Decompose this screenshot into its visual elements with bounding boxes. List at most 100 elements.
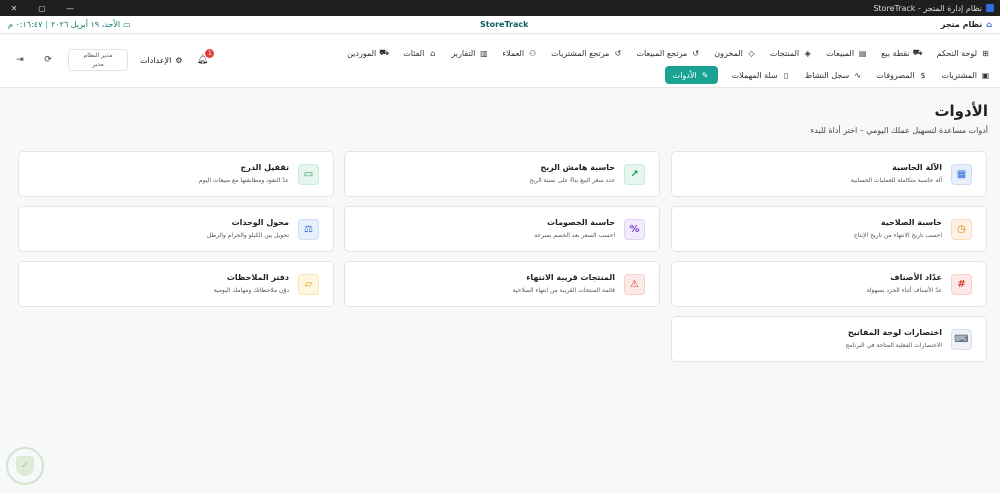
nav-item-label: المنتجات: [769, 48, 800, 58]
report-icon: ▥: [480, 48, 488, 58]
trash-icon: ▯: [784, 70, 789, 80]
header-controls: ⇥ ⟳ مدير النظام مدير ⚙ الإعدادات 🔔︎ 1: [12, 49, 215, 71]
nav-item-label: الفئات: [403, 48, 425, 58]
tool-description: دوّن ملاحظاتك ومهامك اليومية: [213, 287, 289, 294]
tool-description: آلة حاسبة متكاملة للعمليات الحسابية: [850, 177, 942, 184]
user-role: مدير النظام: [83, 52, 113, 59]
box-icon: ◈: [804, 48, 811, 58]
tool-description: عدّ الأصناف أثناء الجرد بسهولة: [866, 287, 942, 294]
tool-card[interactable]: % حاسبة الخصومات احسب السعر بعد الخصم بسرع…: [344, 206, 660, 252]
nav-item-return[interactable]: ↺ مرتجع المبيعات: [636, 44, 700, 62]
nav-item-wrench[interactable]: ✎ الأدوات: [664, 66, 718, 84]
nav-item-label: لوحة التحكم: [936, 48, 977, 58]
percent-icon: %: [624, 219, 645, 240]
user-name: مدير: [92, 61, 104, 68]
tool-title: حاسبة هامش الربح: [540, 163, 615, 172]
tool-description: حدد سعر البيع بناءً على نسبة الربح: [529, 177, 615, 184]
logout-icon[interactable]: ⇥: [12, 52, 28, 68]
app-header: ▭ الأحد، ١٩ أبريل ٢٠٢٦ | ٠:١٦:٤٧ م Store…: [0, 16, 1000, 34]
tool-card[interactable]: ▭ تقفيل الدرج عدّ النقود ومطابقتها مع مبيع…: [18, 151, 334, 197]
maximize-button[interactable]: ▢: [28, 0, 56, 16]
tool-card[interactable]: ▦ الآلة الحاسبة آلة حاسبة متكاملة للعمليات…: [671, 151, 987, 197]
return-icon: ↺: [614, 48, 622, 58]
user-badge[interactable]: مدير النظام مدير: [68, 49, 128, 71]
nav-item-cart[interactable]: ⛟ نقطة بيع: [881, 44, 923, 62]
nav-item-label: المبيعات: [826, 48, 855, 58]
watermark-logo: ✓: [6, 447, 44, 485]
settings-label: الإعدادات: [140, 55, 172, 65]
window-titlebar: ✕ ▢ — نظام إدارة المتجر - StoreTrack: [0, 0, 1000, 16]
minimize-button[interactable]: —: [56, 0, 84, 16]
tool-title: حاسبة الصلاحية: [880, 218, 942, 227]
nav-item-warehouse[interactable]: ◇ المخزون: [714, 44, 756, 62]
nav-item-trash[interactable]: ▯ سلة المهملات: [732, 66, 791, 84]
tool-description: تحويل بين الكيلو والجرام والرطل: [206, 232, 289, 239]
keyboard-icon: ⌨: [951, 329, 972, 350]
nav-item-label: نقطة بيع: [881, 48, 910, 58]
tool-card[interactable]: ◷ حاسبة الصلاحية احسب تاريخ الانتهاء من تا…: [671, 206, 987, 252]
nav-item-label: سجل النشاط: [804, 70, 850, 80]
tool-title: حاسبة الخصومات: [547, 218, 615, 227]
nav-item-tag[interactable]: ⌂ الفئات: [403, 44, 437, 62]
nav-item-return[interactable]: ↺ مرتجع المشتريات: [551, 44, 622, 62]
nav-item-label: التقارير: [451, 48, 476, 58]
brand-name: StoreTrack: [480, 20, 529, 29]
close-button[interactable]: ✕: [0, 0, 28, 16]
nav-item-label: الموردين: [347, 48, 377, 58]
nav-item-label: سلة المهملات: [731, 70, 778, 80]
app-brand: ⌂ نظام متجر: [941, 20, 992, 29]
note-icon: ▱: [298, 274, 319, 295]
trending-up-icon: ↗: [624, 164, 645, 185]
nav-item-dollar[interactable]: $ المصروفات: [876, 66, 927, 84]
store-icon: ⌂: [986, 20, 992, 29]
tool-card[interactable]: ↗ حاسبة هامش الربح حدد سعر البيع بناءً على…: [344, 151, 660, 197]
tool-card[interactable]: ▱ دفتر الملاحظات دوّن ملاحظاتك ومهامك اليو…: [18, 261, 334, 307]
window-title: نظام إدارة المتجر - StoreTrack: [873, 3, 982, 13]
settings-button[interactable]: ⚙ الإعدادات: [140, 56, 182, 65]
nav-row-1: ⊞ لوحة التحكم ⛟ نقطة بيع ▤ المبيعات ◈ المنتجات ◇…: [347, 44, 990, 62]
alert-triangle-icon: ⚠: [624, 274, 645, 295]
app-name: نظام متجر: [940, 20, 983, 29]
bag-icon: ▣: [981, 70, 990, 80]
dollar-icon: $: [920, 70, 926, 80]
gear-icon: ⚙: [175, 55, 183, 65]
refresh-icon[interactable]: ⟳: [40, 52, 56, 68]
tool-description: قائمة المنتجات القريبة من انتهاء الصلاحي…: [512, 287, 615, 294]
window-controls: ✕ ▢ —: [0, 0, 84, 16]
activity-icon: ∿: [854, 70, 862, 80]
cart-icon: ⛟: [912, 48, 923, 57]
tool-card[interactable]: # عدّاد الأصناف عدّ الأصناف أثناء الجرد بس…: [671, 261, 987, 307]
notifications-button[interactable]: 🔔︎ 1: [194, 49, 215, 68]
cash-icon: ▭: [298, 164, 319, 185]
nav-item-report[interactable]: ▥ التقارير: [451, 44, 488, 62]
tag-icon: ⌂: [430, 48, 436, 58]
tool-title: الآلة الحاسبة: [892, 163, 942, 172]
scale-icon: ⚖: [298, 219, 319, 240]
nav-row-2: ▣ المشتريات $ المصروفات ∿ سجل النشاط ▯ سلة المه…: [664, 66, 990, 84]
nav-item-box[interactable]: ◈ المنتجات: [770, 44, 812, 62]
tool-description: احسب تاريخ الانتهاء من تاريخ الإنتاج: [853, 232, 942, 239]
nav-item-receipt[interactable]: ▤ المبيعات: [826, 44, 867, 62]
datetime: ▭ الأحد، ١٩ أبريل ٢٠٢٦ | ٠:١٦:٤٧ م: [8, 20, 131, 29]
tool-card[interactable]: ⚠ المنتجات قريبة الانتهاء قائمة المنتجات ا…: [344, 261, 660, 307]
separator: |: [45, 20, 49, 29]
date-text: الأحد، ١٩ أبريل ٢٠٢٦: [51, 20, 121, 29]
page-title: الأدوات: [934, 102, 988, 120]
tool-card[interactable]: ⌨ اختصارات لوحة المفاتيح الاختصارات الفعلي…: [671, 316, 987, 362]
app-icon: [986, 4, 994, 12]
receipt-icon: ▤: [858, 48, 867, 58]
users-icon: ⚇: [529, 48, 537, 58]
calculator-icon: ▦: [951, 164, 972, 185]
nav-item-dashboard[interactable]: ⊞ لوحة التحكم: [937, 44, 990, 62]
nav-item-bag[interactable]: ▣ المشتريات: [942, 66, 990, 84]
nav-item-users[interactable]: ⚇ العملاء: [502, 44, 537, 62]
nav-item-label: مرتجع المشتريات: [551, 48, 610, 58]
nav-item-truck[interactable]: ⛟ الموردين: [347, 44, 389, 62]
window-title-group: نظام إدارة المتجر - StoreTrack: [873, 4, 1000, 13]
tool-card[interactable]: ⚖ محول الوحدات تحويل بين الكيلو والجرام وا…: [18, 206, 334, 252]
nav-item-activity[interactable]: ∿ سجل النشاط: [805, 66, 863, 84]
nav-item-label: المشتريات: [941, 70, 977, 80]
warehouse-icon: ◇: [748, 48, 755, 58]
nav-item-label: العملاء: [502, 48, 525, 58]
nav-item-label: الأدوات: [672, 70, 697, 80]
